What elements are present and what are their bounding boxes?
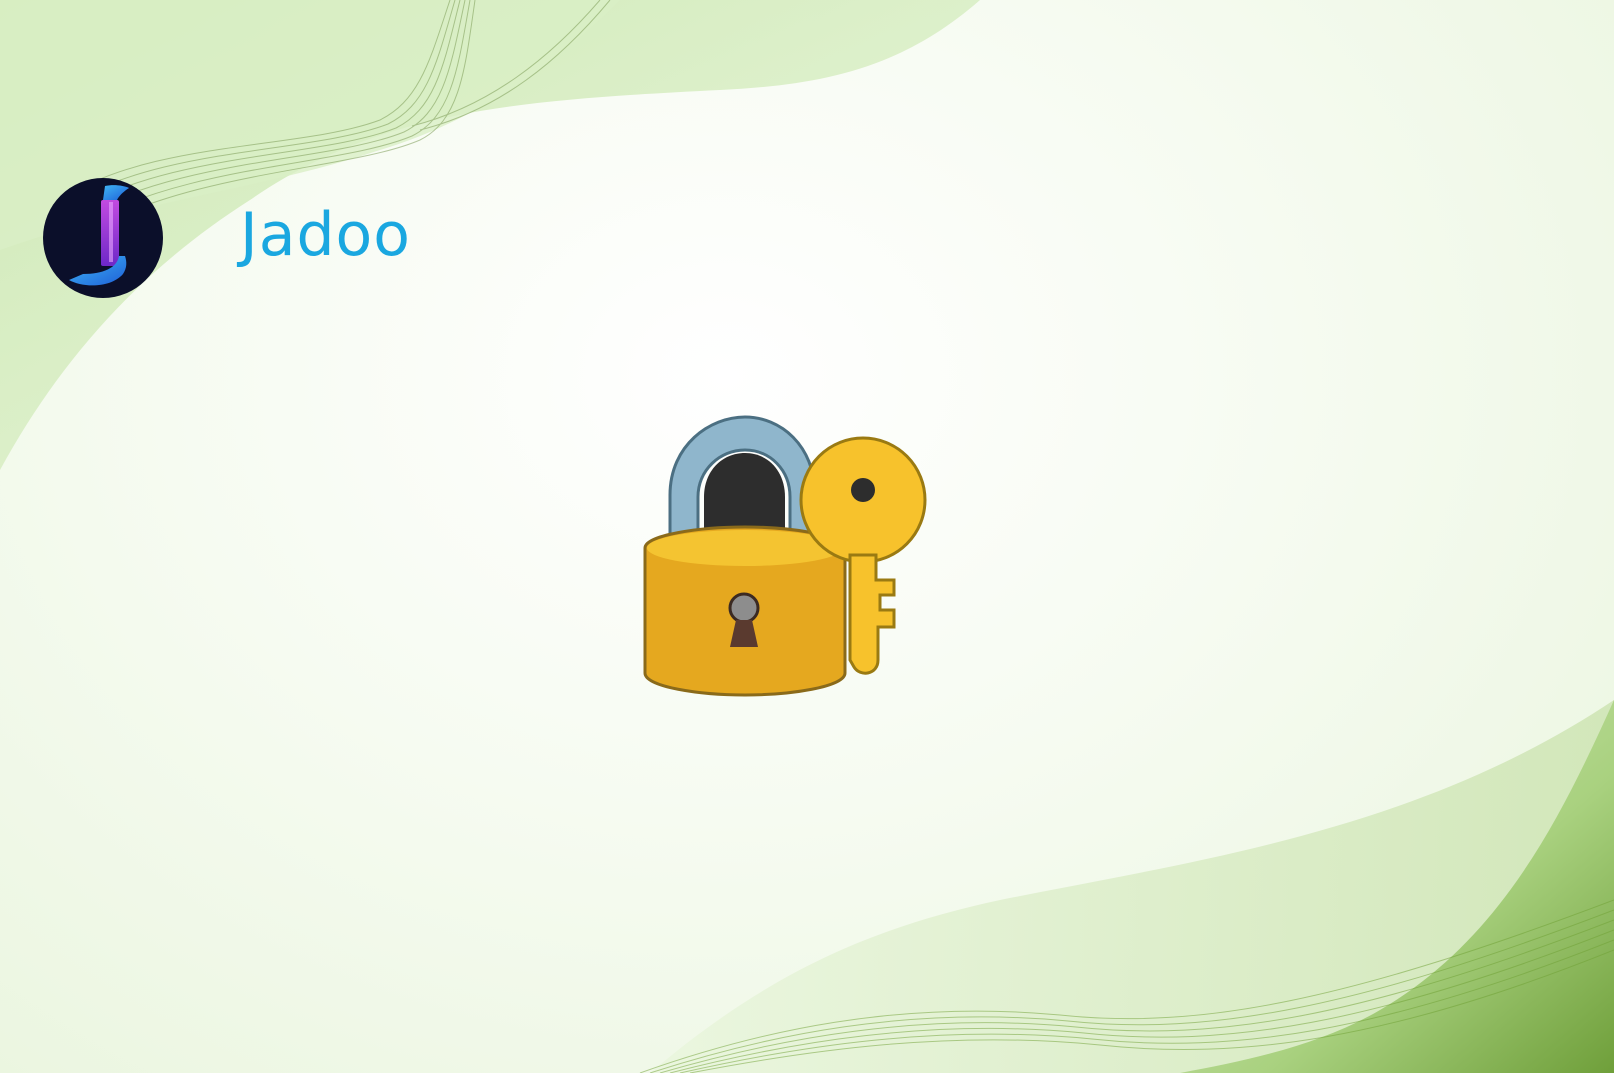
jadoo-logo-icon <box>43 178 163 298</box>
login-splash-screen: Jadoo <box>0 0 1614 1073</box>
brand-title: Jadoo <box>240 200 411 270</box>
locked-with-key-icon <box>640 415 950 715</box>
